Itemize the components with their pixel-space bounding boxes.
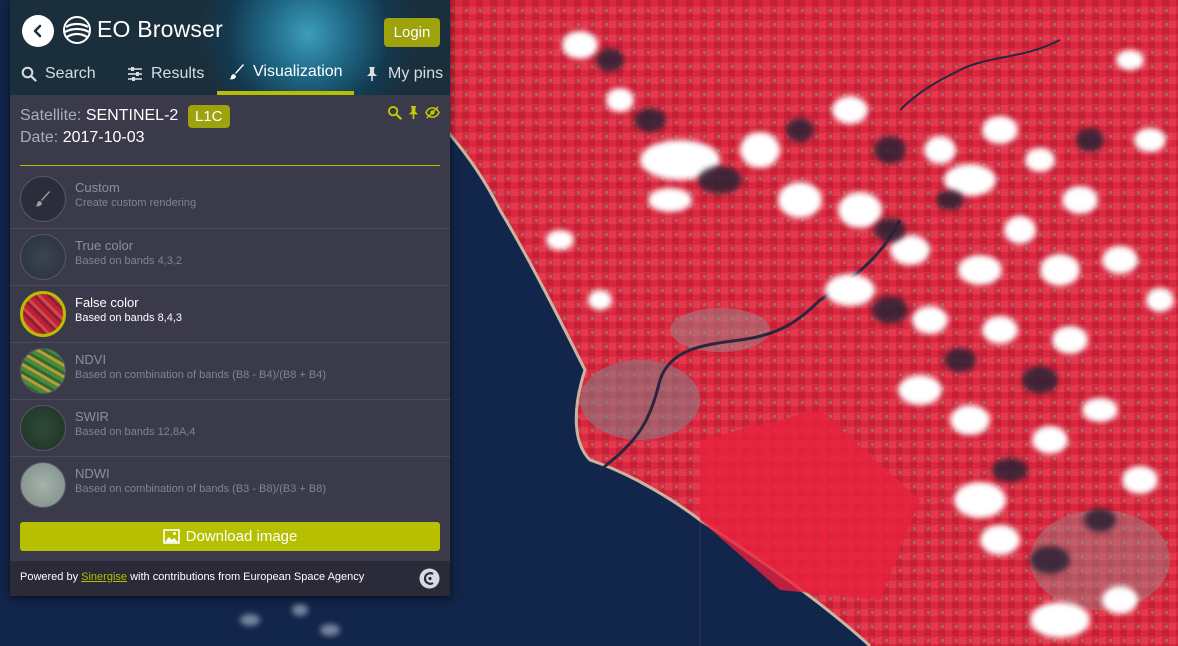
true-color-thumbnail — [20, 234, 66, 280]
satellite-line: Satellite: SENTINEL-2 — [20, 107, 178, 125]
tab-visualization[interactable]: Visualization — [217, 58, 354, 95]
sidebar-panel: EO Browser Login Search Results Visualiz… — [10, 0, 450, 596]
hide-eye-icon[interactable] — [425, 105, 440, 120]
footer-credits: Powered by Sinergise with contributions … — [20, 571, 364, 583]
esa-logo-icon — [419, 568, 440, 589]
tab-results[interactable]: Results — [127, 58, 217, 95]
visualization-desc: Based on combination of bands (B3 - B8)/… — [75, 483, 327, 495]
pin-icon — [367, 66, 377, 81]
tab-my-pins[interactable]: My pins — [364, 58, 449, 95]
pin-icon[interactable] — [406, 105, 421, 120]
visualization-name: False color — [75, 295, 139, 310]
false-color-thumbnail — [20, 291, 66, 337]
tab-results-label: Results — [151, 64, 205, 82]
visualization-desc: Based on bands 12,8A,4 — [75, 426, 196, 438]
zoom-to-tile-icon[interactable] — [387, 105, 402, 120]
tab-search[interactable]: Search — [21, 58, 117, 95]
tab-bar: Search Results Visualization My pins — [10, 58, 450, 95]
level-badge: L1C — [188, 105, 230, 128]
visualization-item-true-color[interactable]: True color Based on bands 4,3,2 — [10, 228, 450, 285]
app-title: EO Browser — [97, 16, 223, 42]
visualization-name: SWIR — [75, 409, 109, 424]
login-button[interactable]: Login — [384, 18, 440, 47]
brush-icon — [229, 63, 244, 79]
visualization-name: NDWI — [75, 466, 110, 481]
custom-thumbnail — [20, 176, 66, 222]
visualization-name: Custom — [75, 180, 120, 195]
download-image-label: Download image — [185, 528, 298, 545]
date-value: 2017-10-03 — [62, 129, 145, 146]
tab-search-label: Search — [45, 64, 96, 82]
image-icon — [162, 529, 180, 544]
scene-info: Satellite: SENTINEL-2 L1C Date: 2017-10-… — [20, 95, 440, 166]
visualization-desc: Based on bands 4,3,2 — [75, 255, 183, 267]
download-image-button[interactable]: Download image — [20, 522, 440, 551]
visualization-item-false-color[interactable]: False color Based on bands 8,4,3 — [10, 285, 450, 342]
date-label: Date: — [20, 129, 59, 146]
footer: Powered by Sinergise with contributions … — [10, 561, 450, 596]
swir-thumbnail — [20, 405, 66, 451]
tab-visualization-label: Visualization — [253, 62, 343, 80]
satellite-value: SENTINEL-2 — [85, 107, 179, 124]
visualization-name: NDVI — [75, 352, 107, 367]
tab-my-pins-label: My pins — [388, 64, 444, 82]
visualization-item-custom[interactable]: Custom Create custom rendering — [10, 171, 450, 228]
visualization-desc: Create custom rendering — [75, 197, 197, 209]
search-icon — [21, 66, 37, 82]
brush-icon — [35, 191, 50, 207]
panel-header: EO Browser Login Search Results Visualiz… — [10, 0, 450, 95]
date-line: Date: 2017-10-03 — [20, 129, 145, 147]
visualization-desc: Based on combination of bands (B8 - B4)/… — [75, 369, 327, 381]
sliders-icon — [128, 66, 142, 81]
satellite-label: Satellite: — [20, 107, 82, 124]
eo-browser-logo-icon — [63, 16, 91, 44]
sinergise-link[interactable]: Sinergise — [81, 571, 127, 583]
visualization-item-swir[interactable]: SWIR Based on bands 12,8A,4 — [10, 399, 450, 456]
visualization-list: Custom Create custom rendering True colo… — [10, 171, 450, 513]
footer-suffix: with contributions from European Space A… — [127, 571, 365, 583]
visualization-item-ndwi[interactable]: NDWI Based on combination of bands (B3 -… — [10, 456, 450, 513]
ndvi-thumbnail — [20, 348, 66, 394]
chevron-left-icon — [33, 24, 42, 38]
visualization-item-ndvi[interactable]: NDVI Based on combination of bands (B8 -… — [10, 342, 450, 399]
scene-tools — [387, 105, 440, 120]
visualization-desc: Based on bands 8,4,3 — [75, 312, 183, 324]
visualization-name: True color — [75, 238, 134, 253]
collapse-panel-button[interactable] — [22, 15, 54, 47]
footer-prefix: Powered by — [20, 571, 82, 583]
ndwi-thumbnail — [20, 462, 66, 508]
